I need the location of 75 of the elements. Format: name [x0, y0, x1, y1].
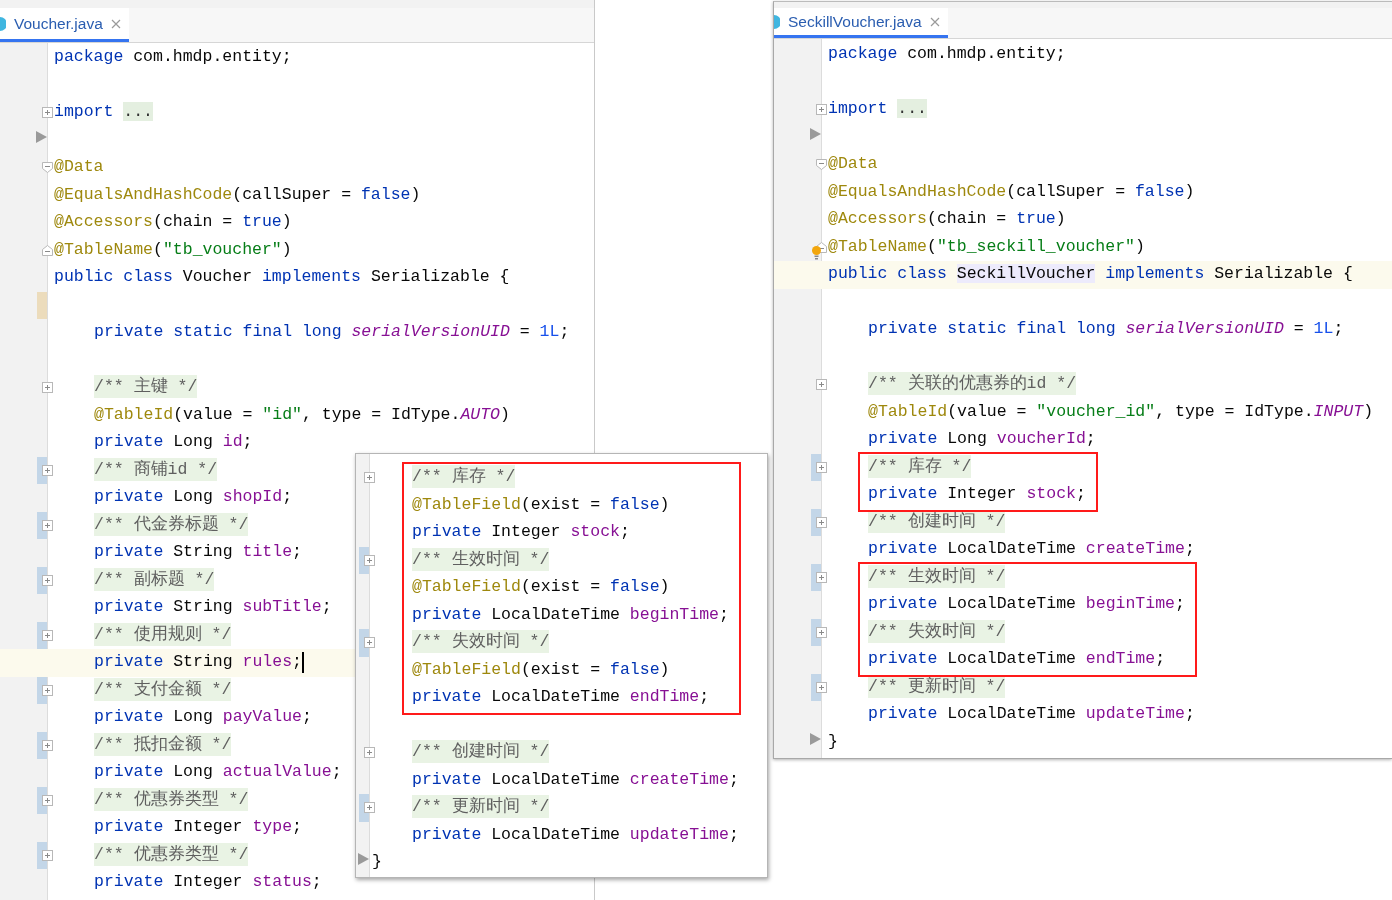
expand-icon[interactable]	[816, 461, 827, 473]
expand-icon[interactable]	[42, 519, 53, 531]
code-line: private Long shopId;	[94, 486, 293, 509]
code-line: @TableName("tb_seckill_voucher")	[828, 235, 1145, 258]
expand-icon[interactable]	[364, 747, 375, 758]
expand-icon[interactable]	[42, 382, 53, 393]
code-line: @TableField(exist = false)	[412, 576, 670, 599]
code-line: import ...	[828, 98, 928, 121]
expand-icon[interactable]	[364, 554, 375, 566]
code-line: private LocalDateTime updateTime;	[412, 823, 739, 846]
code-line: private Integer stock;	[412, 521, 630, 544]
code-line: private LocalDateTime endTime;	[412, 686, 710, 709]
code-line: @Accessors(chain = true)	[54, 211, 292, 234]
code-line: private Long id;	[94, 431, 253, 454]
expand-icon[interactable]	[364, 637, 375, 648]
code-line: @TableField(exist = false)	[412, 658, 670, 681]
expand-icon[interactable]	[816, 516, 827, 528]
close-icon[interactable]	[929, 16, 940, 27]
code-line: private LocalDateTime createTime;	[868, 538, 1195, 561]
code-line: private Integer stock;	[868, 483, 1086, 506]
file-tab[interactable]: Voucher.java	[0, 8, 129, 42]
code-line: public class SeckillVoucher implements Serializable {	[828, 263, 1353, 286]
code-line: private Long voucherId;	[868, 428, 1096, 451]
code-line: }	[372, 851, 382, 874]
file-type-icon	[774, 14, 780, 29]
lightbulb-icon[interactable]	[812, 245, 821, 260]
code-line: private Long actualValue;	[94, 761, 342, 784]
code-line: private LocalDateTime beginTime;	[412, 603, 729, 626]
code-line: @TableId(value = "voucher_id", type = IdType.INPUT)	[868, 400, 1374, 423]
code-line: package com.hmdp.entity;	[54, 46, 292, 69]
expand-icon[interactable]	[42, 107, 53, 118]
collapse-icon[interactable]	[42, 162, 53, 173]
code-line: package com.hmdp.entity;	[828, 43, 1066, 66]
code-line: private Integer status;	[94, 871, 322, 894]
file-type-icon	[0, 16, 6, 31]
expand-icon[interactable]	[816, 571, 827, 583]
code-line: private Long payValue;	[94, 706, 312, 729]
code-line: public class Voucher implements Serializable {	[54, 266, 510, 289]
expand-icon[interactable]	[364, 802, 375, 813]
expand-icon[interactable]	[816, 104, 827, 115]
code-line: private String title;	[94, 541, 302, 564]
code-line: private LocalDateTime beginTime;	[868, 593, 1185, 616]
code-line: @EqualsAndHashCode(callSuper = false)	[828, 180, 1195, 203]
expand-icon[interactable]	[42, 629, 53, 641]
code-line: @Data	[54, 156, 104, 179]
code-line: @Accessors(chain = true)	[828, 208, 1066, 231]
expand-icon[interactable]	[42, 739, 53, 751]
expand-icon[interactable]	[42, 684, 53, 696]
code-line: @TableId(value = "id", type = IdType.AUTO)	[94, 403, 510, 426]
code-line: private Integer type;	[94, 816, 302, 839]
collapse-icon[interactable]	[42, 244, 53, 256]
expand-icon[interactable]	[816, 681, 827, 693]
expand-icon[interactable]	[42, 794, 53, 806]
code-line: private LocalDateTime createTime;	[412, 768, 739, 791]
code-line: @EqualsAndHashCode(callSuper = false)	[54, 183, 421, 206]
close-icon[interactable]	[110, 18, 121, 29]
code-line: private LocalDateTime endTime;	[868, 648, 1166, 671]
code-line: @Data	[828, 153, 878, 176]
code-line: private String subTitle;	[94, 596, 332, 619]
code-line: }	[828, 730, 838, 753]
expand-icon[interactable]	[816, 626, 827, 638]
file-tab[interactable]: SeckillVoucher.java	[774, 8, 948, 38]
collapse-icon[interactable]	[816, 159, 827, 170]
expand-icon[interactable]	[816, 379, 827, 390]
code-line: private static final long serialVersionUID = 1L;	[94, 321, 570, 344]
code-line: private static final long serialVersionUID = 1L;	[868, 318, 1344, 341]
code-line: @TableName("tb_voucher")	[54, 238, 292, 261]
code-line: private LocalDateTime updateTime;	[868, 703, 1195, 726]
code-line: import ...	[54, 101, 154, 124]
expand-icon[interactable]	[42, 849, 53, 861]
expand-icon[interactable]	[364, 472, 375, 483]
code-line: @TableField(exist = false)	[412, 493, 670, 516]
expand-icon[interactable]	[42, 464, 53, 476]
code-line: private String rules;	[94, 651, 302, 674]
expand-icon[interactable]	[42, 574, 53, 586]
